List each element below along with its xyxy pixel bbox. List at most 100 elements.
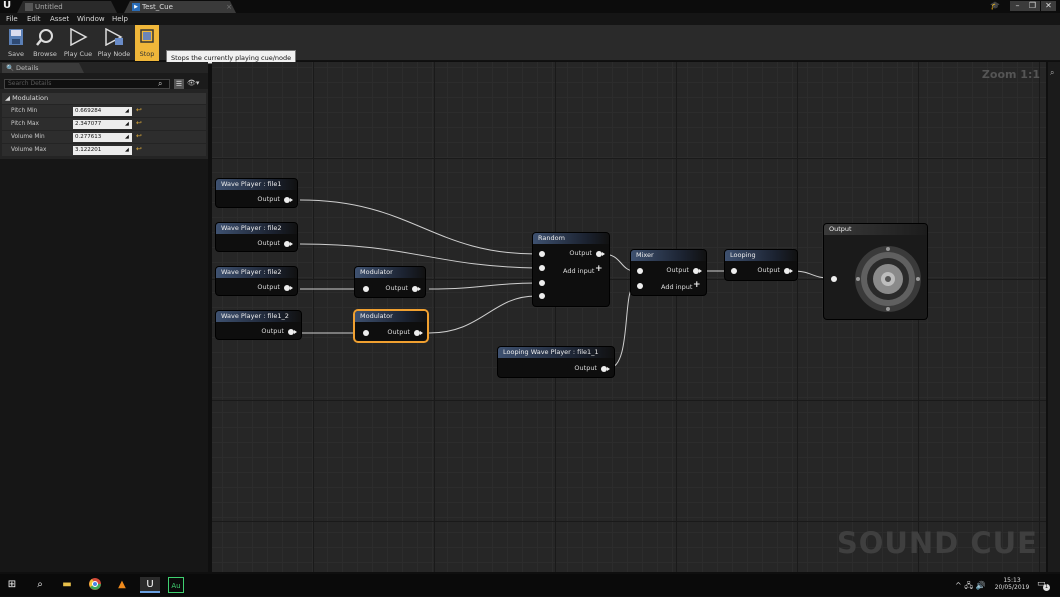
wave-player-node[interactable]: Wave Player : file1 Output	[216, 179, 297, 207]
menu-asset[interactable]: Asset	[50, 13, 69, 25]
save-button[interactable]: Save	[4, 25, 28, 61]
vlc-icon[interactable]: ▲	[114, 577, 130, 593]
node-title: Wave Player : file2	[216, 267, 297, 278]
search-icon[interactable]: ⌕	[32, 577, 48, 593]
node-title: Random	[533, 233, 609, 244]
reset-arrow-icon[interactable]: ↩	[136, 119, 142, 127]
play-node-button[interactable]: Play Node	[97, 25, 131, 61]
input-pin[interactable]	[539, 265, 545, 271]
chrome-icon[interactable]	[87, 577, 103, 593]
tab-untitled[interactable]: Untitled	[17, 1, 117, 13]
spinner-icon[interactable]: ◢	[125, 108, 131, 115]
output-pin[interactable]	[288, 329, 297, 335]
prop-label: Volume Max	[11, 147, 47, 153]
wave-player-node[interactable]: Wave Player : file1_2 Output	[216, 311, 301, 339]
file-explorer-icon[interactable]: ▬	[59, 577, 75, 593]
clock-date: 20/05/2019	[994, 584, 1030, 591]
wire-mod2-random	[428, 295, 537, 334]
output-pin[interactable]	[693, 268, 702, 274]
input-pin[interactable]	[363, 286, 369, 292]
volume-max-field[interactable]: 3.122201	[73, 146, 132, 155]
menu-bar: File Edit Asset Window Help	[0, 13, 1060, 25]
add-input-label[interactable]: Add input	[563, 267, 594, 275]
maximize-button[interactable]: ❐	[1025, 1, 1040, 11]
tab-label: Untitled	[35, 3, 63, 11]
output-pin[interactable]	[596, 251, 605, 257]
input-pin[interactable]	[831, 276, 837, 282]
notifications-icon[interactable]: ▭ 1	[1037, 579, 1050, 591]
input-pin[interactable]	[539, 293, 545, 299]
input-pin[interactable]	[637, 283, 643, 289]
details-tab[interactable]: 🔍 Details	[2, 63, 84, 73]
input-pin[interactable]	[539, 251, 545, 257]
volume-min-field[interactable]: 0.277613	[73, 133, 132, 142]
looping-node[interactable]: Looping Output	[725, 250, 797, 280]
add-input-label[interactable]: Add input	[661, 283, 692, 291]
input-pin[interactable]	[731, 268, 737, 274]
wave-player-node[interactable]: Wave Player : file2 Output	[216, 267, 297, 295]
add-input-plus-icon[interactable]: +	[693, 280, 701, 290]
output-label: Output	[257, 239, 280, 247]
audition-icon[interactable]: Au	[168, 577, 184, 593]
magnifier-icon	[36, 29, 53, 46]
browse-label: Browse	[33, 50, 57, 58]
close-tab-icon[interactable]: ×	[226, 1, 232, 13]
graduation-cap-icon[interactable]: 🎓	[990, 1, 1004, 11]
tab-label: Test_Cue	[142, 3, 173, 11]
unreal-engine-icon[interactable]: U	[140, 577, 160, 593]
output-label: Output	[261, 327, 284, 335]
output-label: Output	[569, 249, 592, 257]
input-pin[interactable]	[363, 330, 369, 336]
pitch-min-field[interactable]: 0.669284	[73, 107, 132, 116]
eye-icon[interactable]: 👁▾	[187, 79, 199, 87]
stop-button[interactable]: Stop	[135, 25, 159, 61]
tray-icons[interactable]: ^ 🖧 🔊	[955, 580, 986, 594]
menu-edit[interactable]: Edit	[27, 13, 41, 25]
minimize-button[interactable]: –	[1010, 1, 1025, 11]
clock-time: 15:13	[1003, 577, 1021, 584]
prop-label: Pitch Min	[11, 108, 38, 114]
search-details-input[interactable]: Search Details	[4, 79, 170, 89]
add-input-plus-icon[interactable]: +	[595, 264, 603, 274]
menu-window[interactable]: Window	[77, 13, 105, 25]
reset-arrow-icon[interactable]: ↩	[136, 145, 142, 153]
output-pin[interactable]	[412, 286, 421, 292]
system-clock[interactable]: 15:13 20/05/2019	[994, 577, 1030, 591]
spinner-icon[interactable]: ◢	[125, 147, 131, 154]
stop-icon	[140, 29, 154, 43]
output-pin[interactable]	[784, 268, 793, 274]
mixer-node[interactable]: Mixer Output Add input +	[631, 250, 706, 295]
output-pin[interactable]	[284, 241, 293, 247]
pitch-max-field[interactable]: 2.347077	[73, 120, 132, 129]
search-icon[interactable]: ⌕	[1050, 68, 1054, 78]
prop-label: Volume Min	[11, 134, 45, 140]
modulation-section[interactable]: ◢ Modulation	[2, 93, 206, 104]
output-pin[interactable]	[601, 366, 610, 372]
sound-cue-graph[interactable]: Zoom 1:1 SOUND CUE Wave Player : file1 O…	[212, 62, 1046, 572]
browse-button[interactable]: Browse	[31, 25, 59, 61]
view-options-icon[interactable]: ☰	[174, 79, 184, 89]
spinner-icon[interactable]: ◢	[125, 121, 131, 128]
output-pin[interactable]	[284, 285, 293, 291]
modulator-node-selected[interactable]: Modulator Output	[355, 311, 427, 341]
tab-test-cue[interactable]: ▶ Test_Cue ×	[124, 1, 236, 13]
input-pin[interactable]	[637, 268, 643, 274]
random-node[interactable]: Random Output Add input +	[533, 233, 609, 306]
output-pin[interactable]	[284, 197, 293, 203]
input-pin[interactable]	[539, 280, 545, 286]
spinner-icon[interactable]: ◢	[125, 134, 131, 141]
details-panel: 🔍 Details Search Details ⌕ ☰ 👁▾ ◢ Modula…	[0, 62, 208, 572]
close-window-button[interactable]: ✕	[1041, 1, 1056, 11]
windows-start-icon[interactable]: ⊞	[4, 577, 20, 593]
output-node[interactable]: Output	[824, 224, 927, 319]
output-pin[interactable]	[414, 330, 423, 336]
menu-help[interactable]: Help	[112, 13, 128, 25]
wave-player-node[interactable]: Wave Player : file2 Output	[216, 223, 297, 251]
menu-file[interactable]: File	[6, 13, 18, 25]
node-title: Modulator	[355, 311, 427, 322]
play-cue-button[interactable]: Play Cue	[62, 25, 94, 61]
reset-arrow-icon[interactable]: ↩	[136, 106, 142, 114]
reset-arrow-icon[interactable]: ↩	[136, 132, 142, 140]
looping-wave-player-node[interactable]: Looping Wave Player : file1_1 Output	[498, 347, 614, 377]
modulator-node[interactable]: Modulator Output	[355, 267, 425, 297]
